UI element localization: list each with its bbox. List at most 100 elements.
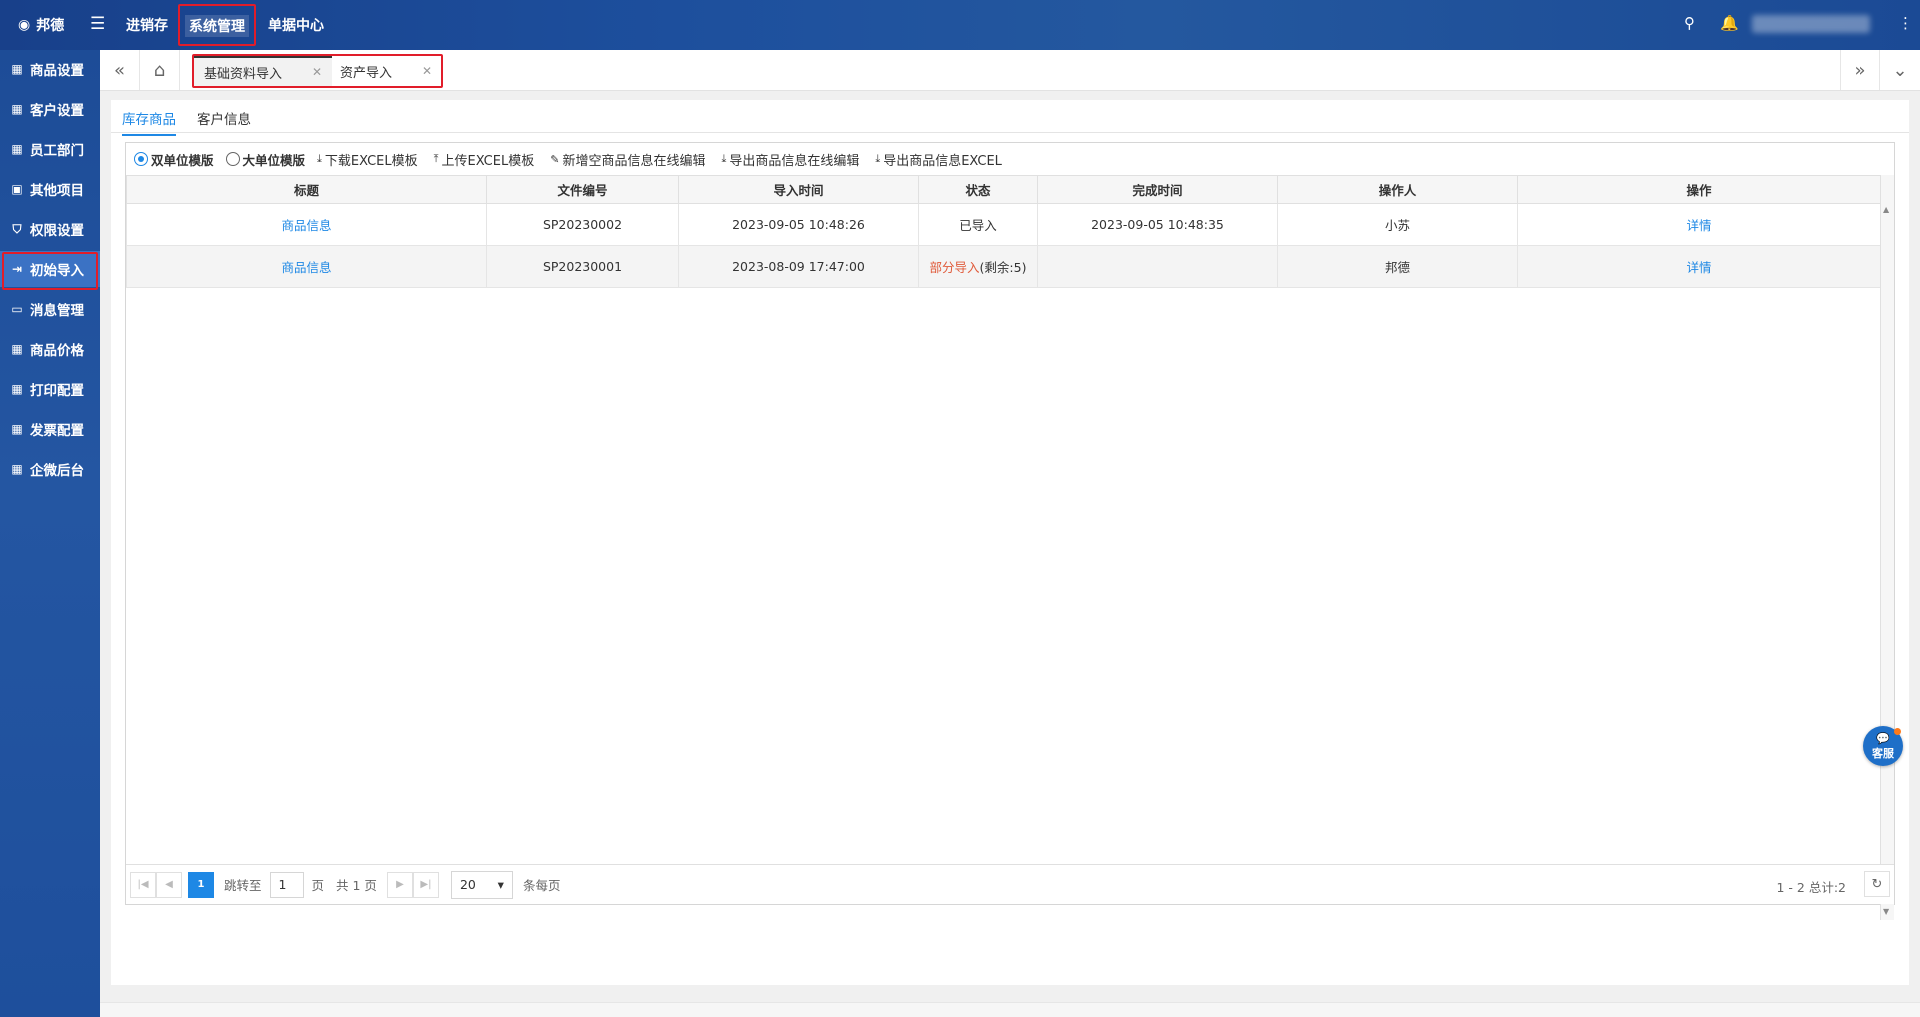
column-header-status[interactable]: 状态 [918, 175, 1038, 204]
nav-inventory[interactable]: 进销存 [126, 15, 168, 35]
search-icon[interactable]: ⚲ [1684, 14, 1695, 32]
sidebar-item-product-settings[interactable]: ▦ 商品设置 [0, 51, 100, 87]
column-header-file-no[interactable]: 文件编号 [486, 175, 679, 204]
sidebar-item-initial-import[interactable]: ⇥ 初始导入 [0, 251, 100, 287]
file-no-cell: SP20230001 [486, 245, 679, 288]
tab-basic-data-import[interactable]: 基础资料导入 ✕ [194, 56, 333, 86]
shield-icon: ⛉ [12, 221, 22, 236]
sidebar-item-print-config[interactable]: ▦ 打印配置 [0, 371, 100, 407]
refresh-icon[interactable]: ↻ [1864, 871, 1890, 897]
radio-checked-icon [134, 152, 148, 166]
operator-cell: 邦德 [1277, 245, 1518, 288]
operator-cell: 小苏 [1277, 203, 1518, 246]
grid-icon: ▦ [11, 62, 23, 76]
home-icon[interactable]: ⌂ [140, 50, 180, 90]
folder-icon: ▣ [11, 182, 23, 196]
column-header-operator[interactable]: 操作人 [1277, 175, 1518, 204]
first-page-button[interactable]: |◀ [130, 871, 156, 898]
notification-dot [1894, 728, 1901, 735]
status-text: 已导入 [959, 218, 997, 233]
subtab-customer-info[interactable]: 客户信息 [197, 108, 251, 128]
sidebar-item-wecom-admin[interactable]: ▦ 企微后台 [0, 451, 100, 487]
nav-system-management[interactable]: 系统管理 [185, 15, 249, 37]
chevron-down-icon[interactable]: ⌄ [1880, 50, 1920, 90]
sidebar-item-permission-settings[interactable]: ⛉ 权限设置 [0, 211, 100, 247]
title-link[interactable]: 商品信息 [281, 218, 331, 233]
tab-label: 基础资料导入 [204, 66, 283, 82]
download-template-button[interactable]: ⤓ 下载EXCEL模板 [317, 150, 418, 169]
column-header-finish-time[interactable]: 完成时间 [1037, 175, 1278, 204]
sidebar-item-label: 打印配置 [30, 383, 84, 399]
grid-icon: ▦ [11, 462, 23, 476]
data-grid: 双单位模版 大单位模版 ⤓ 下载EXCEL模板 ⤒ 上传EXCEL模板 ✎ 新增空商品… [125, 142, 1895, 920]
sidebar-item-label: 初始导入 [30, 263, 84, 279]
sidebar-item-label: 发票配置 [30, 423, 84, 439]
top-bar: ◉ 邦德 ☰ 进销存 系统管理 单据中心 ⚲ 🔔 ⋮ [0, 0, 1920, 50]
double-chevron-right-icon[interactable]: » [1840, 50, 1880, 90]
bell-icon[interactable]: 🔔 [1720, 14, 1739, 32]
button-label: 导出商品信息在线编辑 [729, 153, 860, 169]
new-online-edit-button[interactable]: ✎ 新增空商品信息在线编辑 [550, 150, 705, 169]
sidebar-item-staff-department[interactable]: ▦ 员工部门 [0, 131, 100, 167]
sidebar-item-other-projects[interactable]: ▣ 其他项目 [0, 171, 100, 207]
grid-icon: ▦ [11, 422, 23, 436]
import-time-cell: 2023-08-09 17:47:00 [678, 245, 919, 288]
button-label: 新增空商品信息在线编辑 [562, 153, 706, 169]
detail-link[interactable]: 详情 [1686, 218, 1711, 233]
download-icon: ⤓ [721, 152, 727, 165]
page-size-select[interactable]: 20 ▾ [450, 870, 513, 899]
import-icon: ⇥ [11, 262, 23, 276]
tab-label: 资产导入 [340, 65, 393, 81]
sidebar-item-invoice-config[interactable]: ▦ 发票配置 [0, 411, 100, 447]
edit-icon: ✎ [550, 152, 560, 166]
vertical-scrollbar[interactable]: ▲ ▼ [1880, 175, 1894, 920]
page-jump-input[interactable]: 1 [269, 871, 304, 898]
scroll-down-icon[interactable]: ▼ [1883, 907, 1889, 916]
file-no-cell: SP20230002 [486, 203, 679, 246]
double-chevron-left-icon[interactable]: « [100, 50, 140, 90]
radio-label: 大单位模版 [242, 152, 306, 168]
import-table: 标题 文件编号 导入时间 状态 完成时间 操作人 操作 商品信息 SP20230… [126, 175, 1881, 288]
page-size-value: 20 [459, 877, 476, 892]
tab-asset-import[interactable]: 资产导入 ✕ [330, 56, 442, 86]
per-page-label: 条每页 [522, 878, 561, 893]
scroll-up-icon[interactable]: ▲ [1883, 205, 1889, 214]
upload-icon: ⤒ [433, 152, 439, 165]
column-header-title[interactable]: 标题 [126, 175, 487, 204]
menu-toggle-icon[interactable]: ☰ [90, 14, 105, 34]
sidebar-item-message-management[interactable]: ▭ 消息管理 [0, 291, 100, 327]
sidebar-item-label: 员工部门 [30, 143, 84, 159]
grid-toolbar: 双单位模版 大单位模版 ⤓ 下载EXCEL模板 ⤒ 上传EXCEL模板 ✎ 新增空商品… [126, 143, 1894, 175]
close-icon[interactable]: ✕ [312, 65, 322, 79]
radio-double-unit[interactable]: 双单位模版 [134, 150, 214, 169]
export-online-edit-button[interactable]: ⤓ 导出商品信息在线编辑 [721, 150, 859, 169]
radio-unchecked-icon [225, 152, 240, 166]
sidebar-item-product-price[interactable]: ▦ 商品价格 [0, 331, 100, 367]
import-time-cell: 2023-09-05 10:48:26 [678, 203, 919, 246]
title-link[interactable]: 商品信息 [281, 260, 331, 275]
subtab-inventory-goods[interactable]: 库存商品 [122, 108, 176, 136]
customer-service-button[interactable]: 💬 客服 [1863, 726, 1903, 766]
upload-template-button[interactable]: ⤒ 上传EXCEL模板 [434, 150, 535, 169]
sidebar-item-label: 商品价格 [30, 343, 84, 359]
record-summary: 1 - 2 总计:2 [1776, 880, 1846, 895]
column-header-import-time[interactable]: 导入时间 [678, 175, 919, 204]
radio-label: 双单位模版 [151, 152, 214, 168]
page-number-button[interactable]: 1 [188, 871, 214, 898]
radio-big-unit[interactable]: 大单位模版 [225, 150, 306, 169]
brand[interactable]: ◉ 邦德 [18, 15, 64, 35]
detail-link[interactable]: 详情 [1686, 260, 1711, 275]
last-page-button[interactable]: ▶| [412, 871, 439, 898]
user-name-blurred[interactable] [1752, 15, 1870, 33]
next-page-button[interactable]: ▶ [386, 871, 413, 898]
table-row[interactable]: 商品信息 SP20230001 2023-08-09 17:47:00 部分导入… [126, 245, 1881, 288]
sidebar-item-customer-settings[interactable]: ▦ 客户设置 [0, 91, 100, 127]
user-circle-icon: ◉ [18, 17, 31, 33]
nav-document-center[interactable]: 单据中心 [268, 15, 324, 35]
more-vertical-icon[interactable]: ⋮ [1898, 14, 1913, 32]
prev-page-button[interactable]: ◀ [156, 871, 182, 898]
grid-icon: ▦ [11, 342, 23, 356]
table-row[interactable]: 商品信息 SP20230002 2023-09-05 10:48:26 已导入 … [126, 203, 1881, 246]
export-excel-button[interactable]: ⤓ 导出商品信息EXCEL [875, 150, 1002, 169]
close-icon[interactable]: ✕ [422, 64, 432, 78]
